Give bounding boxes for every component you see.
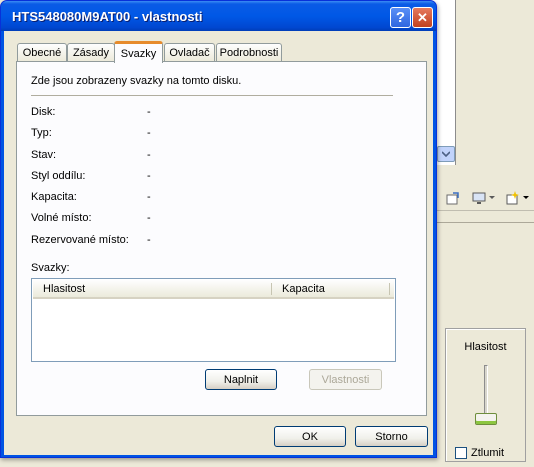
chevron-down-icon: [442, 151, 450, 157]
tab-label: Podrobnosti: [219, 47, 279, 59]
close-button[interactable]: ✕: [412, 7, 433, 28]
volume-slider-thumb[interactable]: [475, 413, 497, 425]
close-icon: ✕: [417, 9, 428, 25]
volumes-tab-panel: Zde jsou zobrazeny svazky na tomto disku…: [16, 61, 427, 416]
intro-text: Zde jsou zobrazeny svazky na tomto disku…: [31, 75, 242, 87]
dialog-titlebar[interactable]: HTS548080M9AT00 - vlastnosti ? ✕: [1, 1, 436, 31]
reserved-space-value: -: [147, 234, 151, 246]
list-header: Hlasitost Kapacita: [33, 280, 394, 299]
tab-label: Ovladač: [169, 47, 210, 59]
populate-button[interactable]: Naplnit: [205, 369, 277, 390]
tab-policies[interactable]: Zásady: [67, 43, 115, 62]
capacity-label: Kapacita:: [31, 191, 77, 203]
disk-value: -: [147, 106, 151, 118]
status-label: Stav:: [31, 149, 57, 161]
ok-button[interactable]: OK: [274, 426, 346, 447]
cancel-button[interactable]: Storno: [355, 426, 428, 447]
volume-panel: Hlasitost Ztlumit: [445, 328, 526, 462]
properties-button[interactable]: Vlastnosti: [309, 369, 382, 390]
disk-label: Disk:: [31, 106, 56, 118]
column-divider[interactable]: [389, 283, 390, 295]
volumes-label: Svazky:: [31, 262, 70, 274]
separator: [31, 95, 393, 96]
help-button[interactable]: ?: [390, 7, 411, 28]
partition-style-value: -: [147, 170, 151, 182]
monitor-icon: [472, 192, 486, 204]
type-label: Typ:: [31, 127, 52, 139]
column-header-capacity[interactable]: Kapacita: [282, 283, 325, 295]
background-right-edge: [456, 0, 534, 185]
free-space-value: -: [147, 212, 151, 224]
chevron-down-icon: [523, 196, 529, 199]
tab-label: Obecné: [22, 47, 62, 59]
tab-label: Zásady: [72, 47, 110, 59]
export-icon: [446, 192, 459, 205]
dialog-title: HTS548080M9AT00 - vlastnosti: [12, 9, 203, 24]
properties-dialog: HTS548080M9AT00 - vlastnosti ? ✕ Obecné …: [0, 0, 437, 458]
help-icon: ?: [395, 9, 406, 26]
capacity-value: -: [147, 191, 151, 203]
background-toolbar-button-1[interactable]: [446, 190, 460, 206]
background-dropdown-button[interactable]: [437, 146, 455, 162]
new-item-icon: [506, 191, 519, 205]
tab-general[interactable]: Obecné: [17, 43, 67, 62]
mute-label: Ztlumit: [471, 447, 504, 459]
column-header-volume[interactable]: Hlasitost: [43, 283, 85, 295]
type-value: -: [147, 127, 151, 139]
volumes-list[interactable]: Hlasitost Kapacita: [31, 278, 396, 362]
background-toolbar-button-3[interactable]: [506, 190, 529, 206]
tab-label: Svazky: [120, 47, 157, 60]
free-space-label: Volné místo:: [31, 212, 92, 224]
tab-details[interactable]: Podrobnosti: [216, 43, 282, 62]
tab-driver[interactable]: Ovladač: [164, 43, 215, 62]
mute-checkbox[interactable]: [455, 447, 467, 459]
status-value: -: [147, 149, 151, 161]
column-divider[interactable]: [271, 283, 272, 295]
dialog-client-area: Obecné Zásady Svazky Ovladač Podrobnosti…: [4, 31, 433, 455]
chevron-down-icon: [489, 196, 495, 199]
tab-volumes[interactable]: Svazky: [114, 41, 163, 63]
reserved-space-label: Rezervované místo:: [31, 234, 129, 246]
volume-title: Hlasitost: [464, 341, 507, 353]
background-toolbar-button-2[interactable]: [472, 190, 495, 206]
partition-style-label: Styl oddílu:: [31, 170, 86, 182]
